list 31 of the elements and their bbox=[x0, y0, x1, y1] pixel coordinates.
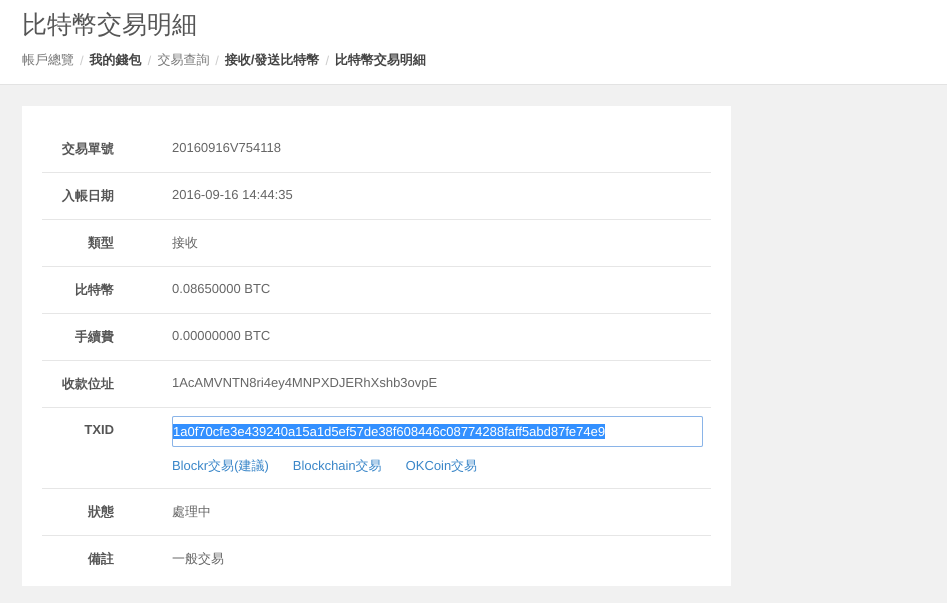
field-label: 收款位址 bbox=[62, 375, 114, 393]
field-value: 2016-09-16 14:44:35 bbox=[172, 187, 294, 204]
field-label: TXID bbox=[84, 422, 114, 439]
field-value: 一般交易 bbox=[172, 550, 225, 568]
breadcrumb-item[interactable]: 我的錢包 bbox=[90, 51, 142, 69]
field-value: 接收 bbox=[172, 234, 199, 252]
field-value: 1AcAMVNTN8ri4ey4MNPXDJERhXshb3ovpE bbox=[172, 375, 438, 392]
field-label: 入帳日期 bbox=[62, 187, 114, 205]
field-label: 狀態 bbox=[88, 503, 114, 521]
field-label: 手續費 bbox=[75, 328, 114, 346]
field-label: 備註 bbox=[88, 550, 114, 568]
breadcrumb-separator: / bbox=[215, 52, 219, 68]
breadcrumb-separator: / bbox=[326, 52, 330, 68]
field-value: 0.00000000 BTC bbox=[172, 328, 272, 345]
field-label: 交易單號 bbox=[62, 140, 114, 158]
breadcrumb-item[interactable]: 交易查詢 bbox=[157, 51, 210, 69]
breadcrumb-item[interactable]: 接收/發送比特幣 bbox=[224, 51, 320, 69]
field-label: 類型 bbox=[88, 234, 114, 252]
explorer-link[interactable]: Blockchain交易 bbox=[292, 457, 382, 475]
page-title: 比特幣交易明細 bbox=[22, 10, 198, 41]
field-value: 0.08650000 BTC bbox=[172, 281, 272, 298]
breadcrumb-item[interactable]: 比特幣交易明細 bbox=[335, 51, 426, 69]
breadcrumb-separator: / bbox=[80, 52, 84, 68]
field-value: 20160916V754118 bbox=[172, 140, 282, 157]
txid-field[interactable]: 1a0f70cfe3e439240a15a1d5ef57de38f608446c08774288faff5abd87fe74e9 bbox=[172, 416, 703, 447]
explorer-link[interactable]: Blockr交易(建議) bbox=[172, 457, 269, 475]
field-value: 處理中 bbox=[172, 503, 212, 521]
explorer-link[interactable]: OKCoin交易 bbox=[406, 457, 478, 475]
field-label: 比特幣 bbox=[75, 281, 114, 299]
breadcrumb-item[interactable]: 帳戶總覽 bbox=[22, 51, 74, 69]
breadcrumb-separator: / bbox=[148, 52, 152, 68]
